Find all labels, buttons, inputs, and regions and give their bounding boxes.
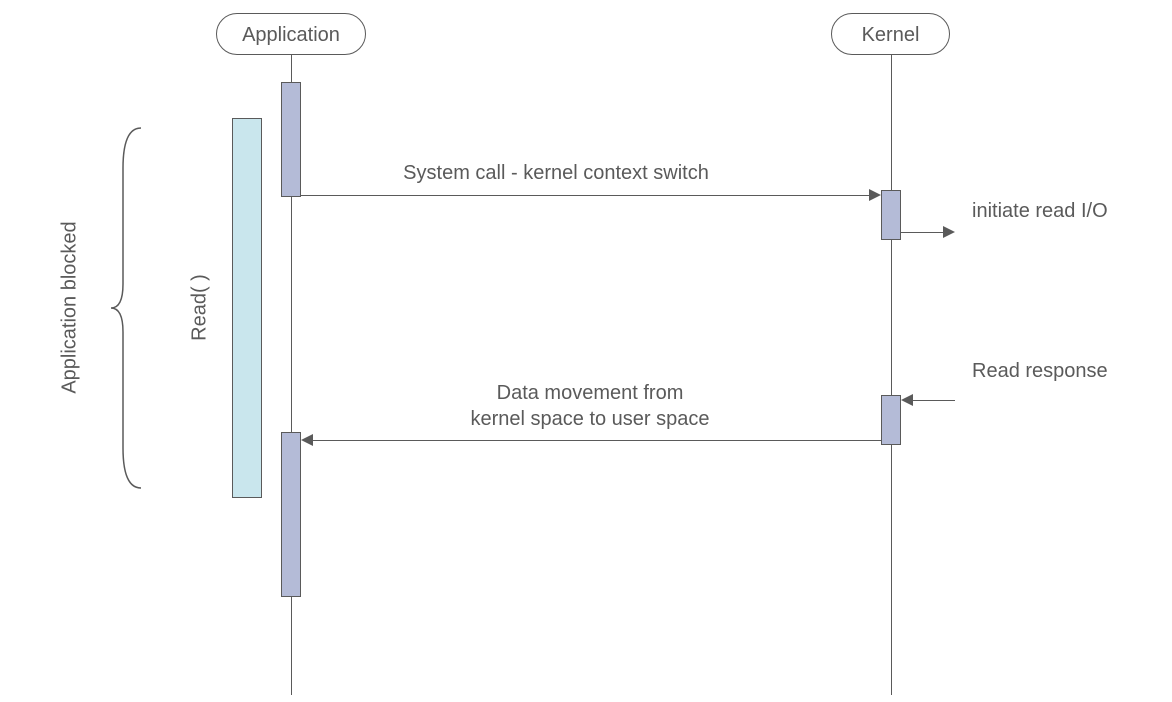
arrow-datamove-label: Data movement from kernel space to user … [430, 380, 750, 432]
kernel-lifeline [891, 55, 892, 695]
application-activation-bottom [281, 432, 301, 597]
application-blocked-label: Application blocked [59, 208, 82, 408]
read-call-label: Read( ) [189, 273, 212, 343]
arrow-response [913, 400, 955, 401]
arrow-syscall-head-icon [869, 189, 881, 201]
application-lifeline-header: Application [216, 13, 366, 55]
arrow-initiate-head-icon [943, 226, 955, 238]
kernel-activation-initiate [881, 190, 901, 240]
arrow-datamove-label-line1: Data movement from [497, 382, 684, 404]
application-activation-top [281, 82, 301, 197]
arrow-response-label: Read response [972, 358, 1162, 384]
arrow-syscall-label: System call - kernel context switch [356, 160, 756, 186]
arrow-datamove-label-line2: kernel space to user space [470, 408, 709, 430]
kernel-activation-response [881, 395, 901, 445]
arrow-datamove [313, 440, 881, 441]
kernel-lifeline-header: Kernel [831, 13, 950, 55]
sequence-diagram: Application Kernel Read( ) Application b… [0, 0, 1172, 702]
arrow-syscall [301, 195, 871, 196]
arrow-initiate-label: initiate read I/O [972, 198, 1162, 224]
read-call-span [232, 118, 262, 498]
arrow-datamove-head-icon [301, 434, 313, 446]
arrow-initiate [901, 232, 943, 233]
arrow-response-head-icon [901, 394, 913, 406]
brace-icon [107, 124, 147, 492]
